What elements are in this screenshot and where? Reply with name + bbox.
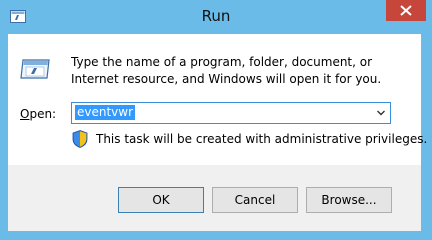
- chevron-down-icon[interactable]: [376, 108, 386, 118]
- admin-privileges-note: This task will be created with administr…: [96, 132, 428, 146]
- title-bar[interactable]: Run: [0, 0, 432, 33]
- run-icon: [20, 59, 50, 79]
- open-input-value[interactable]: eventvwr: [75, 105, 136, 120]
- run-dialog-window: Run Type the name of a program, folder, …: [0, 0, 432, 240]
- cancel-button[interactable]: Cancel: [212, 187, 298, 213]
- browse-button[interactable]: Browse...: [306, 187, 392, 213]
- close-button[interactable]: [386, 0, 426, 21]
- ok-button[interactable]: OK: [118, 187, 204, 213]
- dialog-description: Type the name of a program, folder, docu…: [71, 55, 382, 86]
- open-label-text: pen:: [29, 107, 57, 121]
- window-title: Run: [201, 7, 231, 25]
- open-label: Open:: [20, 107, 56, 121]
- uac-shield-icon: [72, 130, 88, 148]
- open-combobox[interactable]: eventvwr: [71, 102, 391, 124]
